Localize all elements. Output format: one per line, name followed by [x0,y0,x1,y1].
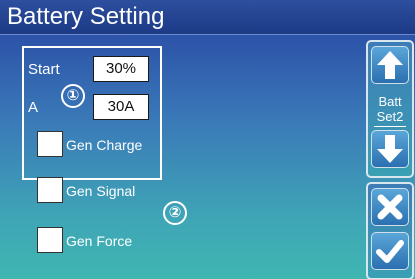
gen-signal-checkbox[interactable] [37,177,63,203]
gen-charge-label: Gen Charge [66,137,143,153]
gen-signal-label: Gen Signal [66,183,136,199]
page-navigation: Batt Set2 [366,40,414,178]
confirm-button[interactable] [371,232,409,270]
gen-force-label: Gen Force [66,233,133,249]
cancel-x-icon [377,194,403,220]
start-input[interactable]: 30% [93,56,149,82]
page-label-line1: Batt [378,94,402,109]
page-label-line2: Set2 [376,109,404,124]
a-label: A [28,99,39,116]
a-input[interactable]: 30A [93,94,149,120]
marker-1: ① [61,84,85,108]
page-down-button[interactable] [371,130,409,168]
gen-force-checkbox[interactable] [37,227,63,253]
cancel-button[interactable] [371,188,409,226]
arrow-down-icon [377,135,403,163]
page-title: Battery Setting [7,3,165,30]
page-label-underline [374,126,406,127]
marker-2: ② [163,201,187,225]
title-bar: Battery Setting [0,0,415,35]
action-buttons [366,182,414,279]
gen-charge-checkbox[interactable] [37,131,63,157]
battery-setting-screen: Battery Setting Start 30% ① A 30A Gen Ch… [0,0,415,279]
page-up-button[interactable] [371,46,409,84]
start-label: Start [28,61,60,78]
arrow-up-icon [377,51,403,79]
confirm-check-icon [376,240,404,263]
